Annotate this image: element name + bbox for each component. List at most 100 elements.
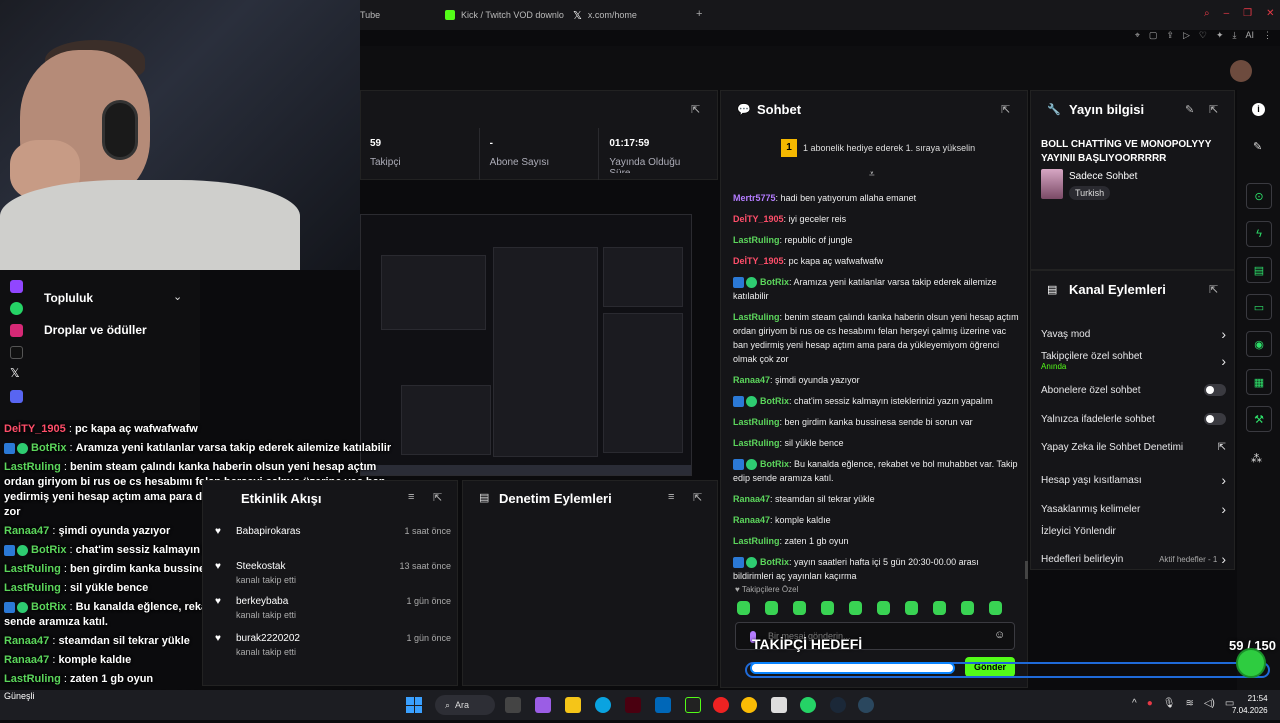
- new-tab-button[interactable]: +: [696, 8, 702, 20]
- popout-icon[interactable]: ⇱: [1209, 103, 1218, 116]
- chat-username[interactable]: LastRuling: [733, 312, 780, 322]
- drops-item[interactable]: Droplar ve ödüller: [44, 323, 147, 337]
- steam-icon[interactable]: [830, 697, 846, 713]
- tab-youtube[interactable]: Tube: [360, 6, 380, 24]
- chat-username[interactable]: BotRix: [760, 557, 789, 567]
- discord-icon[interactable]: [10, 390, 23, 403]
- chat-username[interactable]: BotRix: [760, 459, 789, 469]
- search-box[interactable]: ⌕ Ara: [435, 695, 495, 715]
- chat-username[interactable]: LastRuling: [733, 536, 780, 546]
- emote-icon[interactable]: [793, 601, 806, 615]
- screenshot-icon[interactable]: ▢: [1149, 30, 1158, 46]
- pinned-icon[interactable]: ⩡: [869, 169, 875, 180]
- chat-username[interactable]: LastRuling: [733, 438, 780, 448]
- app-tray-icon[interactable]: ●: [1147, 698, 1153, 709]
- emote-icon[interactable]: [765, 601, 778, 615]
- chat-username[interactable]: BotRix: [760, 277, 789, 287]
- channel-action-row[interactable]: Takipçilere özel sohbet Anında ›: [1041, 351, 1226, 371]
- storage-icon[interactable]: ▦: [1246, 369, 1272, 395]
- chrome-icon[interactable]: [741, 697, 757, 713]
- store-icon[interactable]: [655, 697, 671, 713]
- tiktok-icon[interactable]: [10, 346, 23, 359]
- steam-icon[interactable]: [858, 697, 874, 713]
- whatsapp-icon[interactable]: [800, 697, 816, 713]
- chat-icon[interactable]: ▭: [1246, 294, 1272, 320]
- edit-icon[interactable]: ✎: [1185, 103, 1194, 116]
- broadcast-icon[interactable]: ◉: [1246, 331, 1272, 357]
- community-icon[interactable]: ⁂: [1251, 452, 1262, 465]
- whatsapp-icon[interactable]: [10, 302, 23, 315]
- menu-icon[interactable]: ⋮: [1263, 30, 1272, 46]
- opera-icon[interactable]: [713, 697, 729, 713]
- tab-kick-vod[interactable]: Kick / Twitch VOD downlo: [445, 6, 564, 24]
- start-icon[interactable]: [406, 697, 422, 713]
- download-icon[interactable]: ⤓: [1233, 30, 1237, 46]
- document-icon[interactable]: ▤: [1246, 257, 1272, 283]
- maximize-icon[interactable]: ❐: [1243, 8, 1252, 19]
- channel-action-row[interactable]: Hesap yaşı kısıtlaması ›: [1041, 472, 1226, 488]
- close-icon[interactable]: ✕: [1266, 8, 1274, 19]
- explorer-icon[interactable]: [565, 697, 581, 713]
- channel-action-row[interactable]: Yasaklanmış kelimeler ›: [1041, 501, 1226, 517]
- chat-scrollbar[interactable]: [1025, 561, 1028, 579]
- app-icon[interactable]: [535, 697, 551, 713]
- emote-icon[interactable]: [989, 601, 1002, 615]
- x-social-icon[interactable]: 𝕏: [10, 366, 20, 380]
- lightning-icon[interactable]: ϟ: [1246, 221, 1272, 247]
- ai-button[interactable]: AI: [1245, 30, 1254, 46]
- extensions-icon[interactable]: ✦: [1216, 30, 1224, 46]
- play-icon[interactable]: ▷: [1183, 30, 1190, 46]
- channel-action-row[interactable]: Abonelere özel sohbet: [1041, 384, 1226, 396]
- popout-icon[interactable]: ⇱: [691, 103, 700, 116]
- edge-icon[interactable]: [595, 697, 611, 713]
- channel-action-row[interactable]: Yapay Zeka ile Sohbet Denetimi ⇱: [1041, 442, 1226, 453]
- emote-icon[interactable]: [849, 601, 862, 615]
- chat-username[interactable]: DeİTY_1905: [733, 256, 784, 266]
- emote-icon[interactable]: [905, 601, 918, 615]
- community-item[interactable]: Topluluk: [44, 291, 93, 305]
- emote-icon[interactable]: [821, 601, 834, 615]
- info-icon[interactable]: i: [1252, 103, 1265, 116]
- heart-icon[interactable]: ♡: [1199, 30, 1207, 46]
- app-icon[interactable]: [771, 697, 787, 713]
- emote-icon[interactable]: [933, 601, 946, 615]
- pencil-icon[interactable]: ✎: [1253, 140, 1262, 153]
- wifi-icon[interactable]: ≋: [1185, 698, 1193, 709]
- volume-icon[interactable]: ◁): [1204, 698, 1215, 709]
- taskview-icon[interactable]: [505, 697, 521, 713]
- chat-username[interactable]: BotRix: [760, 396, 789, 406]
- mic-icon[interactable]: 🎙: [1163, 698, 1176, 709]
- emote-icon[interactable]: [961, 601, 974, 615]
- camera-icon[interactable]: ⊙: [1246, 183, 1272, 209]
- obs-icon[interactable]: [625, 697, 641, 713]
- toggle-switch[interactable]: [1204, 384, 1226, 396]
- instagram-icon[interactable]: [10, 324, 23, 337]
- category-thumbnail[interactable]: [1041, 169, 1063, 199]
- category-name[interactable]: Sadece Sohbet: [1069, 171, 1137, 182]
- channel-action-row[interactable]: Yalnızca ifadelerle sohbet: [1041, 413, 1226, 425]
- chat-username[interactable]: Ranaa47: [733, 494, 770, 504]
- search-icon[interactable]: ⌕: [1204, 8, 1210, 19]
- popout-icon[interactable]: ⇱: [1209, 283, 1218, 296]
- twitch-icon[interactable]: [10, 280, 23, 293]
- channel-action-row[interactable]: Yavaş mod ›: [1041, 326, 1226, 342]
- pin-icon[interactable]: ⌖: [1135, 30, 1140, 46]
- chevron-down-icon[interactable]: ⌄: [173, 290, 182, 303]
- chat-username[interactable]: Ranaa47: [733, 515, 770, 525]
- toggle-switch[interactable]: [1204, 413, 1226, 425]
- clock[interactable]: 21:54 7.04.2026: [1232, 693, 1268, 717]
- chat-username[interactable]: LastRuling: [733, 417, 780, 427]
- emote-icon[interactable]: [877, 601, 890, 615]
- kick-app-icon[interactable]: [685, 697, 701, 713]
- tab-x-home[interactable]: 𝕏 x.com/home: [573, 6, 637, 24]
- chat-username[interactable]: DeİTY_1905: [733, 214, 784, 224]
- wrench-icon[interactable]: ⚒: [1246, 406, 1272, 432]
- share-icon[interactable]: ⇪: [1166, 30, 1174, 46]
- minimize-icon[interactable]: –: [1224, 8, 1230, 19]
- filter-icon[interactable]: ≡: [408, 491, 414, 503]
- chat-username[interactable]: Ranaa47: [733, 375, 770, 385]
- weather-widget[interactable]: Güneşli: [4, 690, 35, 702]
- chat-username[interactable]: Mertr5775: [733, 193, 776, 203]
- filter-icon[interactable]: ≡: [668, 491, 674, 503]
- avatar[interactable]: [1230, 60, 1252, 82]
